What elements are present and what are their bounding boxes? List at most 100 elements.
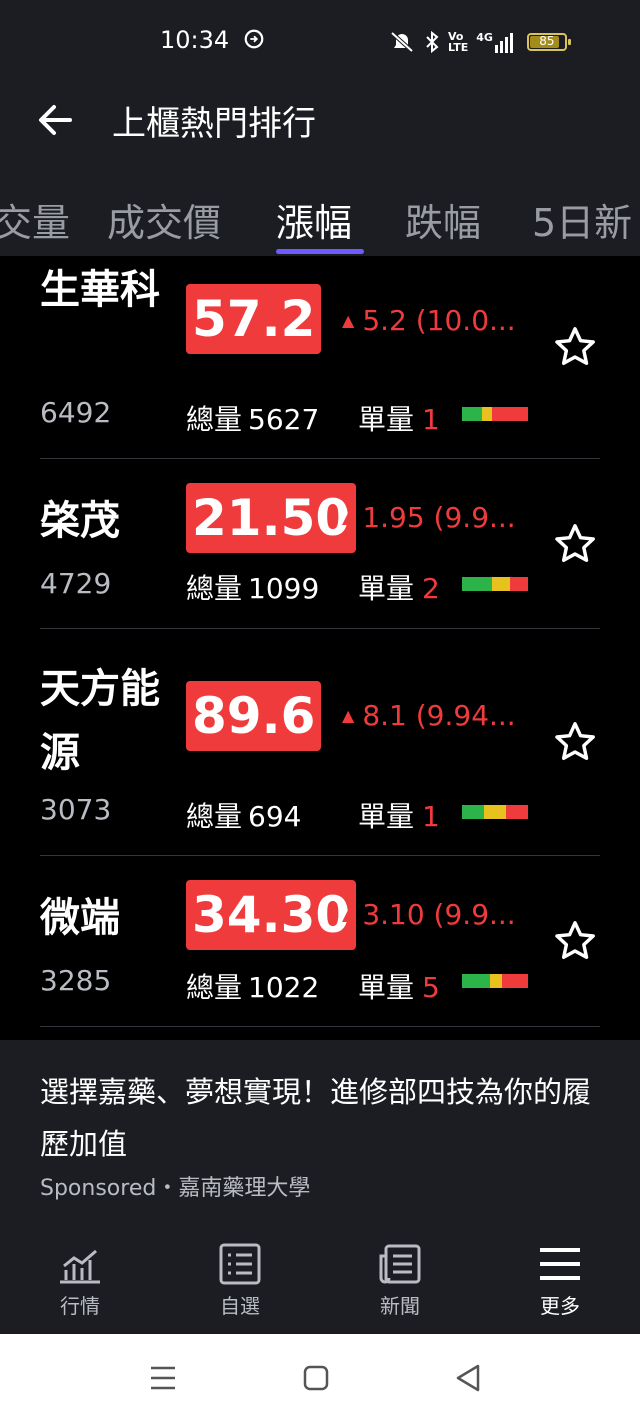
total-volume-value: 1022: [248, 971, 320, 1004]
stock-price: 89.6: [186, 681, 322, 751]
tab-loss[interactable]: 跌幅: [405, 192, 481, 247]
list-item[interactable]: 生華科 6492 57.2 ▲ 5.2 (10.0... 總量 5627 單量 1: [0, 256, 640, 459]
recent-apps-icon[interactable]: [143, 1358, 183, 1398]
app-header: 10:34 Vo LTE 4G 85 上櫃熱門排行 交量 成交價 漲幅 跌幅 5…: [0, 0, 640, 256]
stock-list: 生華科 6492 57.2 ▲ 5.2 (10.0... 總量 5627 單量 1 棨…: [0, 256, 640, 1040]
stock-name: 棨茂: [40, 498, 120, 544]
list-item[interactable]: 天方能源 3073 89.6 ▲ 8.1 (9.94... 總量 694 單量 1: [0, 629, 640, 856]
total-volume: 總量 1022: [186, 966, 319, 1006]
mute-icon: [390, 31, 414, 53]
divider: [40, 1026, 600, 1027]
total-volume-label: 總量: [186, 800, 243, 833]
nav-more[interactable]: 更多: [500, 1222, 620, 1334]
battery-level: 85: [539, 34, 555, 48]
single-volume-value: 1: [422, 403, 440, 436]
nav-watchlist[interactable]: 自選: [180, 1222, 300, 1334]
change-value: 1.95 (9.9...: [362, 501, 516, 534]
home-icon[interactable]: [296, 1358, 336, 1398]
stock-code: 3073: [40, 793, 112, 826]
bottom-navigation: 行情 自選 新聞 更多: [0, 1222, 640, 1334]
battery-icon: 85: [526, 33, 571, 51]
list-item[interactable]: 微端 3285 34.30 ▲ 3.10 (9.9... 總量 1022 單量 5: [0, 856, 640, 1027]
stock-price: 21.50: [186, 483, 357, 553]
network-type: 4G: [476, 31, 493, 44]
tab-gain[interactable]: 漲幅: [276, 192, 352, 247]
signal-icon: 4G: [476, 31, 513, 53]
single-volume-label: 單量: [358, 971, 415, 1004]
nav-label: 自選: [220, 1294, 260, 1318]
single-volume: 單量 2: [358, 567, 440, 607]
page-title: 上櫃熱門排行: [112, 104, 316, 144]
total-volume-label: 總量: [186, 403, 243, 436]
total-volume: 總量 1099: [186, 567, 319, 607]
total-volume-label: 總量: [186, 971, 243, 1004]
system-navigation-bar: [0, 1334, 640, 1422]
nav-market[interactable]: 行情: [20, 1222, 140, 1334]
single-volume-label: 單量: [358, 572, 415, 605]
back-arrow-icon[interactable]: [32, 96, 80, 144]
total-volume: 總量 694: [186, 795, 301, 835]
bluetooth-icon: [426, 30, 439, 54]
nav-label: 更多: [540, 1294, 580, 1318]
bid-ask-bar: [462, 577, 528, 591]
status-time: 10:34: [160, 26, 230, 54]
single-volume-value: 1: [422, 800, 440, 833]
ad-sponsor: Sponsored・嘉南藥理大學: [40, 1176, 311, 1201]
ad-text: 選擇嘉藥、夢想實現！進修部四技為你的履歷加值: [40, 1075, 592, 1161]
sync-icon: [244, 29, 264, 49]
change-value: 5.2 (10.0...: [362, 304, 516, 337]
stock-price: 57.2: [186, 284, 322, 354]
stock-name: 微端: [40, 895, 120, 941]
change-value: 3.10 (9.9...: [362, 898, 516, 931]
stock-code: 4729: [40, 567, 112, 600]
list-item[interactable]: 棨茂 4729 21.50 ▲ 1.95 (9.9... 總量 1099 單量 2: [0, 459, 640, 629]
tab-5day-high[interactable]: 5日新: [532, 192, 632, 247]
change-value: 8.1 (9.94...: [362, 699, 516, 732]
news-icon: [379, 1244, 421, 1284]
up-triangle-icon: ▲: [342, 706, 355, 725]
total-volume: 總量 5627: [186, 398, 319, 438]
volte-icon: Vo LTE: [448, 30, 469, 54]
stock-price: 34.30: [186, 880, 357, 950]
up-triangle-icon: ▲: [342, 905, 355, 924]
single-volume: 單量 1: [358, 398, 440, 438]
single-volume-value: 5: [422, 971, 440, 1004]
star-icon[interactable]: [552, 719, 598, 765]
stock-change: ▲ 1.95 (9.9...: [342, 501, 516, 534]
total-volume-value: 5627: [248, 403, 320, 436]
ranking-tabs: 交量 成交價 漲幅 跌幅 5日新: [0, 186, 640, 256]
up-triangle-icon: ▲: [342, 508, 355, 527]
single-volume: 單量 1: [358, 795, 440, 835]
tab-price[interactable]: 成交價: [107, 192, 221, 247]
stock-name: 天方能源: [40, 666, 160, 776]
up-triangle-icon: ▲: [342, 311, 355, 330]
stock-change: ▲ 3.10 (9.9...: [342, 898, 516, 931]
tab-volume[interactable]: 交量: [0, 192, 70, 247]
star-icon[interactable]: [552, 324, 598, 370]
back-icon[interactable]: [448, 1358, 488, 1398]
bid-ask-bar: [462, 805, 528, 819]
list-icon: [219, 1243, 261, 1285]
total-volume-label: 總量: [186, 572, 243, 605]
star-icon[interactable]: [552, 918, 598, 964]
single-volume: 單量 5: [358, 966, 440, 1006]
stock-code: 3285: [40, 964, 112, 997]
bid-ask-bar: [462, 407, 528, 421]
nav-label: 新聞: [380, 1294, 420, 1318]
bid-ask-bar: [462, 974, 528, 988]
stock-change: ▲ 8.1 (9.94...: [342, 699, 516, 732]
stock-change: ▲ 5.2 (10.0...: [342, 304, 516, 337]
nav-news[interactable]: 新聞: [340, 1222, 460, 1334]
status-icons: Vo LTE 4G 85: [388, 26, 571, 58]
active-tab-indicator: [276, 249, 364, 254]
star-icon[interactable]: [552, 521, 598, 567]
menu-icon: [540, 1248, 580, 1280]
nav-label: 行情: [60, 1294, 100, 1318]
total-volume-value: 1099: [248, 572, 320, 605]
sponsored-ad[interactable]: 選擇嘉藥、夢想實現！進修部四技為你的履歷加值 Sponsored・嘉南藥理大學: [0, 1040, 640, 1222]
total-volume-value: 694: [248, 800, 302, 833]
single-volume-label: 單量: [358, 800, 415, 833]
chart-icon: [60, 1249, 100, 1284]
single-volume-value: 2: [422, 572, 440, 605]
stock-code: 6492: [40, 396, 112, 429]
